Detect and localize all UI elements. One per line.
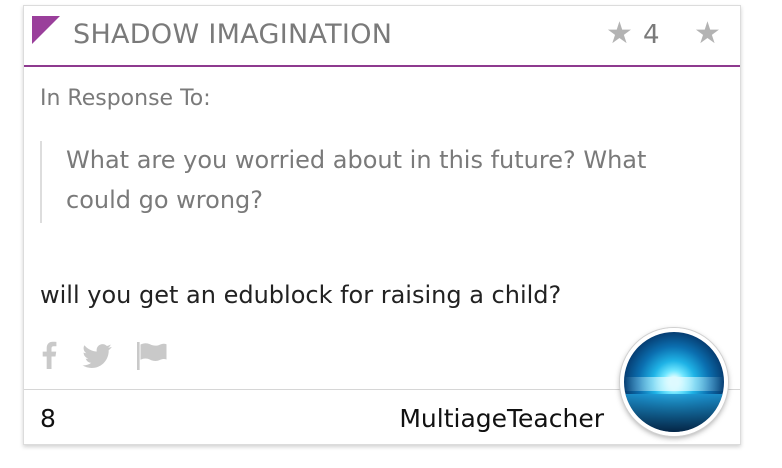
post-body: will you get an edublock for raising a c…: [40, 281, 562, 309]
star-count: 4: [643, 20, 660, 50]
twitter-icon[interactable]: [82, 344, 112, 368]
in-response-to-label: In Response To:: [40, 86, 211, 111]
avatar-image-glow: [624, 377, 724, 391]
category-title: SHADOW IMAGINATION: [73, 19, 393, 50]
avatar-image-lower: [624, 394, 724, 432]
star-icon: ★: [606, 16, 633, 51]
response-count: 8: [40, 404, 56, 433]
favorite-star-icon[interactable]: ★: [694, 19, 721, 49]
post-card: SHADOW IMAGINATION ★ 4 ★ In Response To:…: [23, 5, 741, 445]
quoted-prompt: What are you worried about in this futur…: [40, 141, 720, 223]
facebook-icon[interactable]: [40, 341, 58, 369]
card-header: SHADOW IMAGINATION ★ 4 ★: [24, 6, 740, 67]
author-name[interactable]: MultiageTeacher: [399, 404, 604, 433]
quote-line: could go wrong?: [66, 186, 264, 214]
quote-line: What are you worried about in this futur…: [66, 146, 647, 174]
flag-icon[interactable]: [136, 342, 168, 370]
avatar[interactable]: [620, 328, 728, 436]
category-corner-marker: [32, 16, 60, 44]
